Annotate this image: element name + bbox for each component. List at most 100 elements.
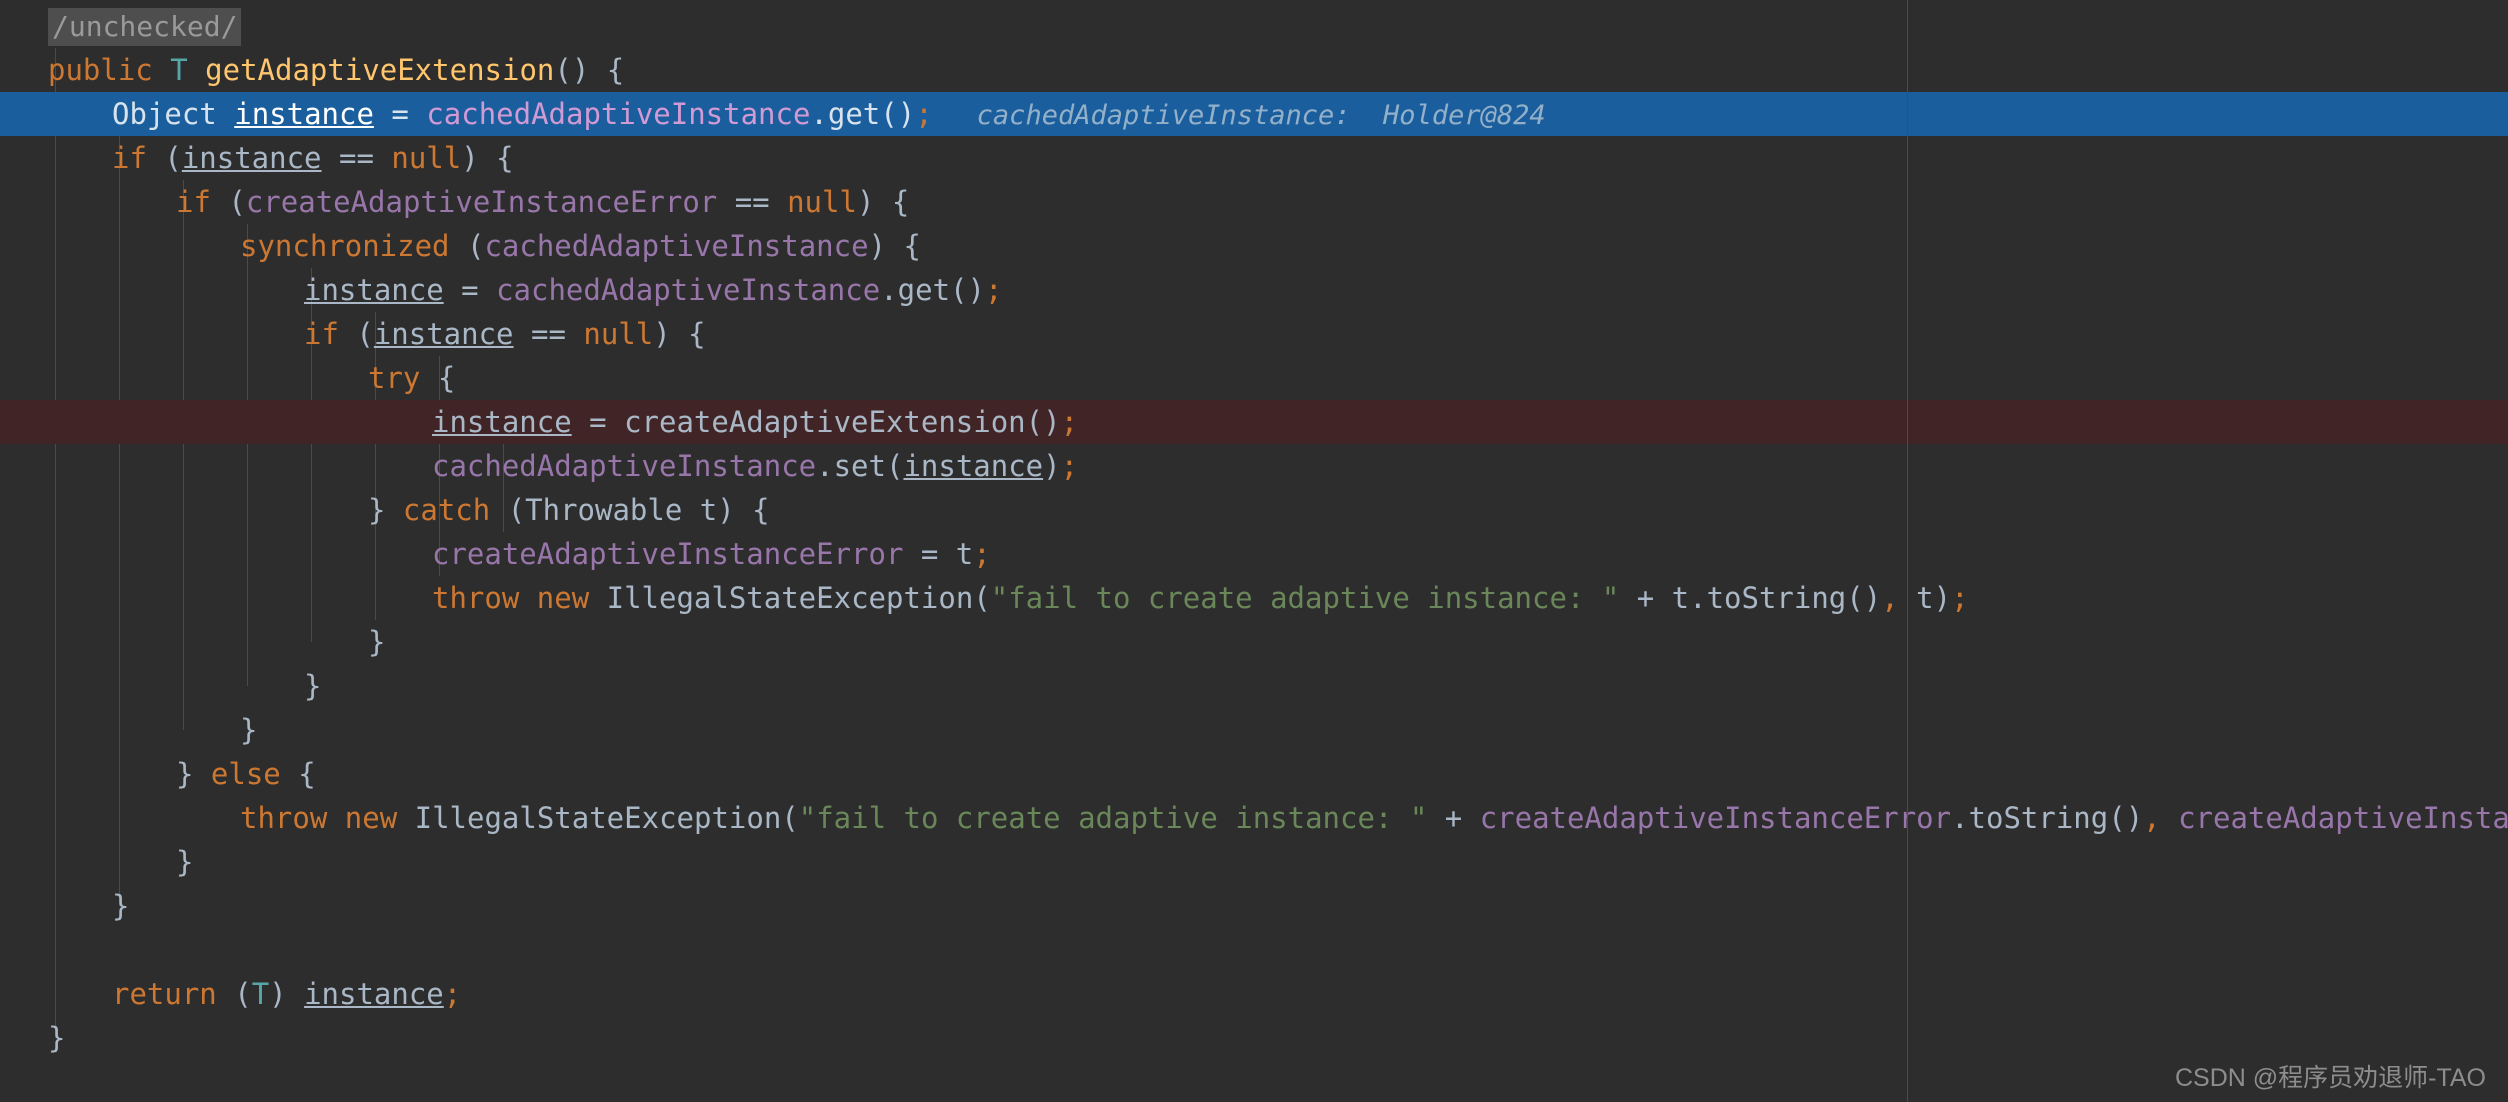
- token-punct: (: [338, 317, 374, 351]
- token-field: cachedAdaptiveInstance: [432, 449, 817, 483]
- token-local: instance: [181, 141, 322, 175]
- token-punct: (: [885, 449, 904, 483]
- token-kw: public: [48, 53, 153, 87]
- hard-wrap-ruler: [1907, 0, 1908, 1102]
- code-text: if (instance == null) {: [0, 136, 514, 180]
- code-line[interactable]: return (T) instance;: [0, 972, 2508, 1016]
- token-kw: synchronized: [240, 229, 450, 263]
- token-punct: }: [48, 1021, 66, 1055]
- code-line[interactable]: }: [0, 840, 2508, 884]
- watermark: CSDN @程序员劝退师-TAO: [2174, 1064, 2486, 1092]
- token-punct: (: [216, 977, 252, 1011]
- token-punct: + t.toString(): [1619, 581, 1882, 615]
- token-kw: return: [112, 977, 217, 1011]
- token-kw: if: [176, 185, 211, 219]
- code-line[interactable]: cachedAdaptiveInstance.set(instance);: [0, 444, 2508, 488]
- code-text: /unchecked/: [0, 4, 242, 48]
- code-text: cachedAdaptiveInstance.set(instance);: [0, 444, 1078, 488]
- token-local: instance: [432, 405, 572, 439]
- code-line[interactable]: if (instance == null) {: [0, 136, 2508, 180]
- token-punct: (Throwable t) {: [490, 493, 770, 527]
- unchecked-inspection-badge[interactable]: /unchecked/: [48, 8, 242, 46]
- token-punct: =: [373, 97, 427, 131]
- code-line[interactable]: instance = cachedAdaptiveInstance.get();: [0, 268, 2508, 312]
- code-line-error[interactable]: instance = createAdaptiveExtension();: [0, 400, 2508, 444]
- token-kw: if: [112, 141, 147, 175]
- token-punct: ) {: [856, 185, 910, 219]
- code-line[interactable]: }: [0, 884, 2508, 928]
- token-typeparam: T: [251, 977, 270, 1011]
- token-punct: ) {: [461, 141, 514, 175]
- token-semi: ;: [1060, 449, 1079, 483]
- code-line[interactable]: throw new IllegalStateException("fail to…: [0, 796, 2508, 840]
- token-punct: ==: [321, 141, 392, 175]
- code-text: } catch (Throwable t) {: [0, 488, 770, 532]
- code-line[interactable]: } else {: [0, 752, 2508, 796]
- token-punct: .: [810, 97, 828, 131]
- code-editor[interactable]: /unchecked/public T getAdaptiveExtension…: [0, 0, 2508, 1102]
- token-local: instance: [304, 977, 444, 1011]
- token-semi: ;: [973, 537, 991, 571]
- token-punct: }: [240, 713, 258, 747]
- token-semi: ;: [984, 273, 1003, 307]
- token-punct: =: [571, 405, 625, 439]
- token-punct: }: [176, 845, 194, 879]
- code-line[interactable]: [0, 928, 2508, 972]
- code-line[interactable]: throw new IllegalStateException("fail to…: [0, 576, 2508, 620]
- code-line[interactable]: }: [0, 620, 2508, 664]
- token-punct: {: [280, 757, 316, 791]
- token-field: createAdaptiveInstanceError: [1479, 801, 1952, 835]
- code-line[interactable]: }: [0, 708, 2508, 752]
- token-punct: (: [146, 141, 182, 175]
- token-local: instance: [903, 449, 1044, 483]
- token-typeparam: T: [170, 53, 188, 87]
- token-kw: throw: [432, 581, 520, 615]
- token-field: createAdaptiveInstanceError: [432, 537, 904, 571]
- code-line[interactable]: createAdaptiveInstanceError = t;: [0, 532, 2508, 576]
- code-line[interactable]: }: [0, 1016, 2508, 1060]
- token-punct: ==: [717, 185, 788, 219]
- code-line[interactable]: try {: [0, 356, 2508, 400]
- token-punct: = t: [903, 537, 974, 571]
- token-punct: {: [420, 361, 456, 395]
- token-local: instance: [373, 317, 514, 351]
- token-plain: get: [827, 97, 881, 131]
- token-kw: null: [583, 317, 654, 351]
- token-punct: (: [449, 229, 485, 263]
- code-line[interactable]: } catch (Throwable t) {: [0, 488, 2508, 532]
- code-text: createAdaptiveInstanceError = t;: [0, 532, 991, 576]
- token-kw: null: [391, 141, 462, 175]
- code-text: throw new IllegalStateException("fail to…: [0, 576, 1969, 620]
- code-line[interactable]: public T getAdaptiveExtension() {: [0, 48, 2508, 92]
- token-punct: IllegalStateException(: [397, 801, 799, 835]
- token-semi: ;: [443, 977, 462, 1011]
- token-semi: ;: [915, 97, 933, 131]
- code-line[interactable]: }: [0, 664, 2508, 708]
- token-field: createAdaptiveInstanceError: [2178, 801, 2508, 835]
- code-line[interactable]: if (instance == null) {: [0, 312, 2508, 356]
- token-kw: catch: [402, 493, 491, 527]
- code-text: try {: [0, 356, 455, 400]
- code-line-current[interactable]: Object instance = cachedAdaptiveInstance…: [0, 92, 2508, 136]
- code-text: return (T) instance;: [0, 972, 461, 1016]
- code-line[interactable]: synchronized (cachedAdaptiveInstance) {: [0, 224, 2508, 268]
- token-field: cachedAdaptiveInstance: [496, 273, 881, 307]
- inline-debug-value-hint[interactable]: cachedAdaptiveInstance: Holder@824: [933, 100, 1546, 131]
- token-punct: ) {: [653, 317, 706, 351]
- token-punct: ): [269, 977, 305, 1011]
- code-line[interactable]: /unchecked/: [0, 4, 2508, 48]
- token-kw: throw: [240, 801, 328, 835]
- token-punct: }: [304, 669, 322, 703]
- code-line[interactable]: if (createAdaptiveInstanceError == null)…: [0, 180, 2508, 224]
- token-punct: (): [880, 97, 916, 131]
- token-semi: ;: [1951, 581, 1969, 615]
- token-punct: .toString(): [1951, 801, 2144, 835]
- token-punct: .: [880, 273, 898, 307]
- token-punct: }: [176, 757, 211, 791]
